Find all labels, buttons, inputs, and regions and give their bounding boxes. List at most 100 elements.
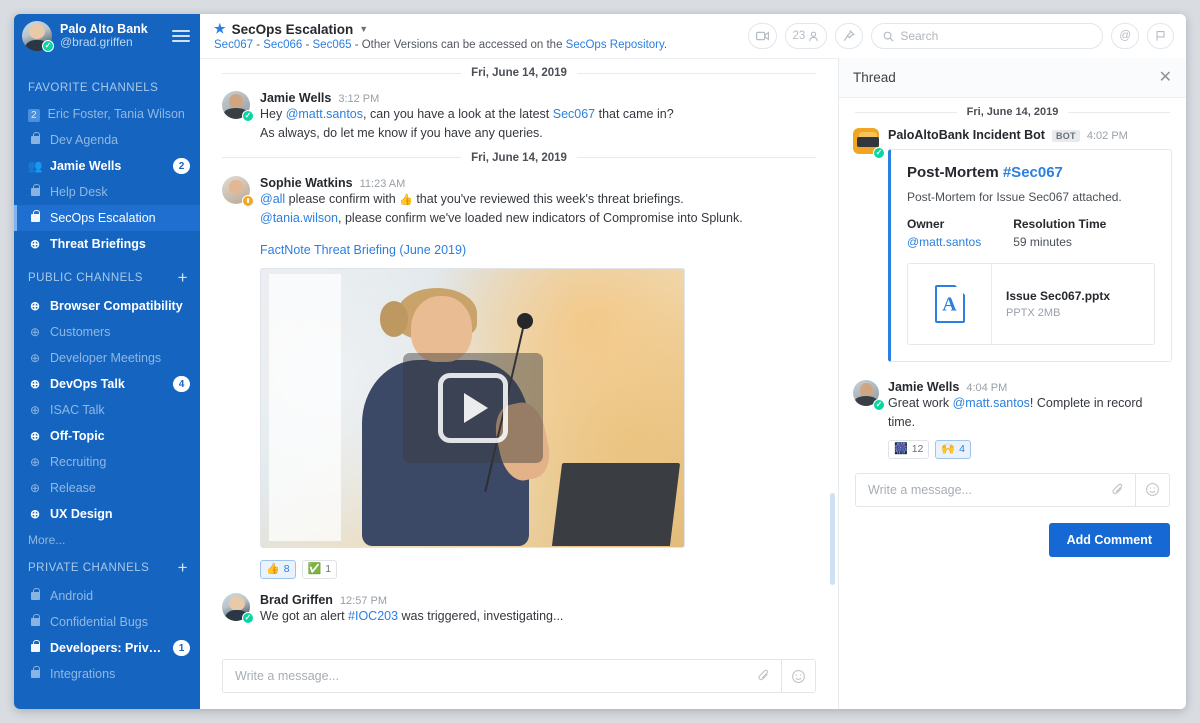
reaction-count: 4 [959,443,965,456]
sidebar-item-ux-design[interactable]: ⊕ UX Design [14,501,200,527]
at-icon[interactable]: @ [1111,23,1139,49]
video-thumbnail[interactable] [260,267,685,548]
sidebar-item-jamie-wells[interactable]: 👥 Jamie Wells 2 [14,153,200,179]
link-secops-repository[interactable]: SecOps Repository [566,39,664,51]
team-header[interactable]: Palo Alto Bank @brad.griffen [14,14,200,58]
mention-all[interactable]: @all [260,192,285,206]
raised-hands-icon: 🙌 [941,442,956,455]
sidebar-item-devops-talk[interactable]: ⊕ DevOps Talk 4 [14,371,200,397]
sidebar-item-isac-talk[interactable]: ⊕ ISAC Talk [14,397,200,423]
field-owner-value[interactable]: @matt.santos [907,235,981,249]
page-title[interactable]: ★ SecOps Escalation ▼ [214,21,667,37]
card-title: Post-Mortem #Sec067 [907,164,1155,181]
reaction-fireworks[interactable]: 🎆 12 [888,439,930,459]
link-sec066[interactable]: Sec066 [263,39,302,51]
field-owner-label: Owner [907,217,945,231]
search-placeholder: Search [900,29,939,43]
mention-tania-wilson[interactable]: @tania.wilson [260,211,338,225]
message-input-placeholder: Write a message... [235,669,339,683]
message-text-line-1: @all please confirm with 👍 that you've r… [260,190,816,209]
date-divider-label: Fri, June 14, 2019 [966,106,1059,118]
main-panel: ★ SecOps Escalation ▼ Sec067 - Sec066 - … [200,14,1186,709]
sidebar-item-developers-private[interactable]: Developers: Private 1 [14,635,200,661]
message-timestamp: 4:04 PM [966,382,1008,394]
sidebar-item-browser-compatibility[interactable]: ⊕ Browser Compatibility [14,293,200,319]
section-header-favorite-channels: FAVORITE CHANNELS [14,70,200,101]
link-sec067[interactable]: Sec067 [553,107,595,121]
chevron-down-icon[interactable]: ▼ [359,24,368,34]
sidebar-item-off-topic[interactable]: ⊕ Off-Topic [14,423,200,449]
link-sec065[interactable]: Sec065 [313,39,352,51]
message-list: Fri, June 14, 2019 ✓ Jamie Wells 3:12 PM… [200,59,838,649]
reaction-checkmark[interactable]: ✅ 1 [301,559,338,579]
link-ioc203[interactable]: #IOC203 [348,609,398,623]
sidebar-item-developer-meetings[interactable]: ⊕ Developer Meetings [14,345,200,371]
sidebar-item-label: Release [50,481,96,495]
thumbnail-banner [269,274,342,541]
thumbs-up-icon: 👍 [399,193,413,206]
video-camera-icon[interactable] [747,23,777,49]
pdf-document-icon [908,264,992,344]
sidebar-item-label: Recruiting [50,455,107,469]
sidebar-more-link[interactable]: More... [14,527,200,547]
file-attachment[interactable]: Issue Sec067.pptx PPTX 2MB [907,263,1155,345]
sidebar-item-label: Customers [50,325,111,339]
sidebar-item-label: Integrations [50,667,116,681]
star-icon[interactable]: ★ [214,21,226,37]
sidebar-item-release[interactable]: ⊕ Release [14,475,200,501]
text-a: We got an alert [260,608,349,623]
sidebar-item-threat-briefings[interactable]: ⊕ Threat Briefings [14,231,200,257]
date-divider-2: Fri, June 14, 2019 [200,144,838,174]
sidebar-item-help-desk[interactable]: Help Desk [14,179,200,205]
reaction-thumbsup[interactable]: 👍 8 [260,559,296,579]
plus-icon[interactable]: + [178,559,188,576]
member-count-button[interactable]: 23 [784,23,828,49]
message-author: Jamie Wells [888,380,960,394]
sidebar-item-label: Help Desk [50,185,108,199]
sidebar-item-eric-foster-tania-wilson[interactable]: 2 Eric Foster, Tania Wilson [14,101,200,127]
mention-matt-santos[interactable]: @matt.santos [953,396,1030,410]
message-text-line-1: Hey @matt.santos, can you have a look at… [260,105,816,124]
sidebar-item-recruiting[interactable]: ⊕ Recruiting [14,449,200,475]
sidebar-item-integrations[interactable]: Integrations [14,661,200,687]
pin-icon[interactable] [835,23,864,49]
sidebar-item-customers[interactable]: ⊕ Customers [14,319,200,345]
reaction-raised-hands[interactable]: 🙌 4 [935,439,971,459]
smiley-icon[interactable] [1135,473,1169,506]
smiley-icon[interactable] [781,660,815,692]
sidebar-item-android[interactable]: Android [14,583,200,609]
sidebar-item-dev-agenda[interactable]: Dev Agenda [14,127,200,153]
plus-icon[interactable]: + [178,269,188,286]
flag-icon[interactable] [1147,23,1174,49]
hamburger-icon[interactable] [172,30,190,42]
member-count: 23 [792,30,806,42]
sidebar-item-label: ISAC Talk [50,403,105,417]
sidebar-item-label: Browser Compatibility [50,299,183,313]
sidebar-item-confidential-bugs[interactable]: Confidential Bugs [14,609,200,635]
search-input[interactable]: Search [871,23,1104,49]
thread-message-input[interactable]: Write a message... [855,472,1170,507]
message-input[interactable]: Write a message... [222,659,816,693]
section-header-public-channels: PUBLIC CHANNELS + [14,257,200,293]
globe-icon: ⊕ [29,351,41,365]
paperclip-icon[interactable] [1101,474,1135,506]
message-author: Sophie Watkins [260,175,353,190]
link-sec067[interactable]: Sec067 [214,39,253,51]
add-comment-button[interactable]: Add Comment [1048,522,1170,557]
sidebar-item-secops-escalation[interactable]: SecOps Escalation [14,205,200,231]
sidebar-item-label: Off-Topic [50,429,105,443]
play-icon [437,372,508,443]
play-button[interactable] [402,352,543,463]
attachment-title-link[interactable]: FactNote Threat Briefing (June 2019) [260,243,466,257]
reaction-count: 8 [283,563,290,575]
message-timestamp: 3:12 PM [338,93,380,105]
card-title-hash[interactable]: #Sec067 [1003,164,1063,181]
close-icon[interactable]: ✕ [1159,69,1172,86]
message-list-column: Fri, June 14, 2019 ✓ Jamie Wells 3:12 PM… [200,58,838,709]
thread-title: Thread [853,70,896,85]
section-title: PRIVATE CHANNELS [28,561,150,574]
mention-matt-santos[interactable]: @matt.santos [286,107,363,121]
message-scrollbar[interactable] [830,493,835,585]
presence-away-icon [242,194,254,207]
paperclip-icon[interactable] [747,660,781,692]
